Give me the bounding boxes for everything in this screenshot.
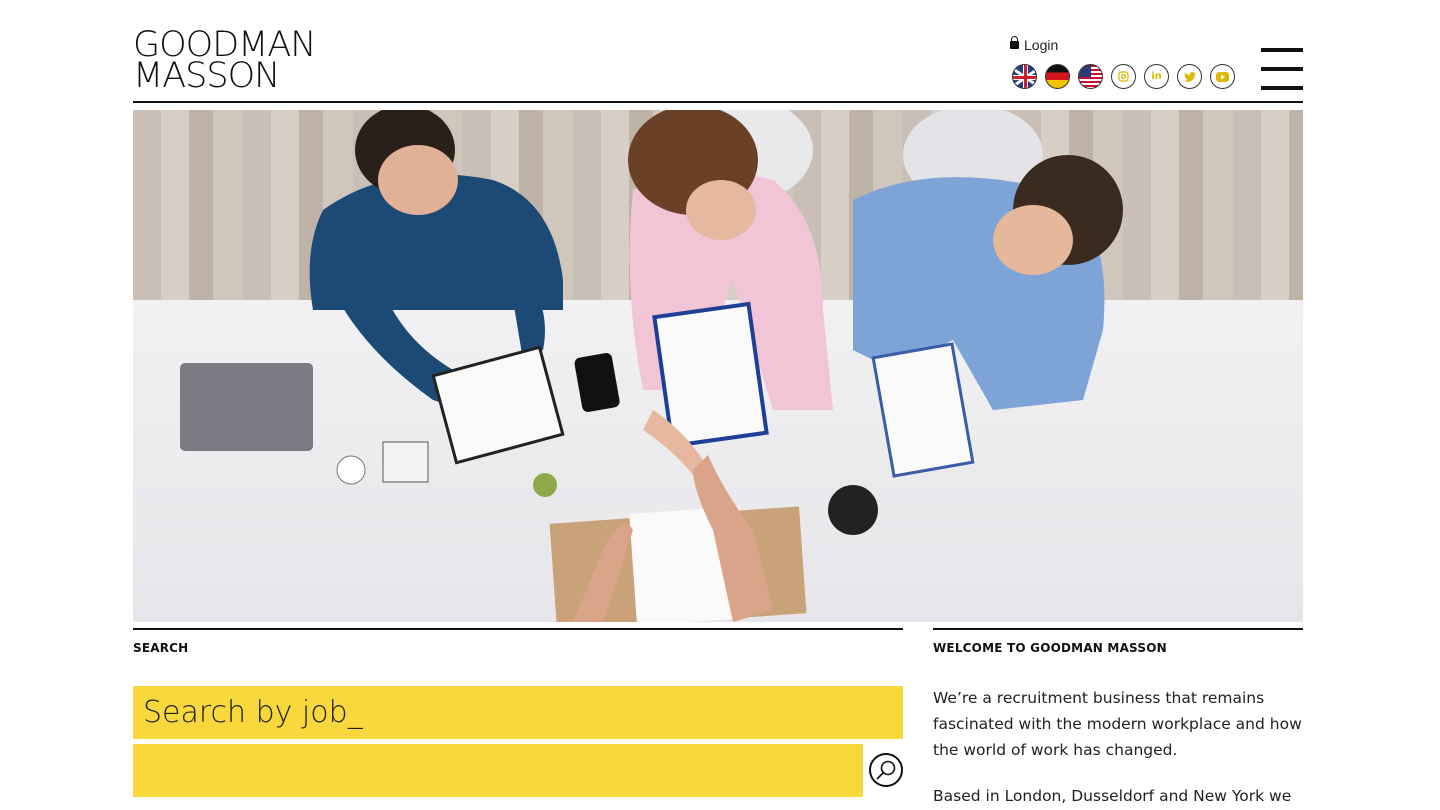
instagram-icon[interactable] (1111, 64, 1136, 89)
youtube-icon[interactable] (1210, 64, 1235, 89)
search-button[interactable] (869, 753, 903, 787)
job-search-input[interactable]: Search by job_ (133, 686, 903, 739)
uk-flag-icon[interactable] (1012, 64, 1037, 89)
hero-image (133, 110, 1303, 622)
logo-line-2: MASSON (133, 56, 280, 96)
header-divider (133, 101, 1303, 103)
welcome-paragraph-2: Based in London, Dusseldorf and New York… (933, 787, 1292, 805)
search-section-divider (133, 628, 903, 630)
location-search-input[interactable] (133, 744, 863, 797)
logo[interactable]: GOODMAN MASSON (133, 28, 343, 96)
search-icon (876, 760, 896, 780)
germany-flag-icon[interactable] (1045, 64, 1070, 89)
hamburger-menu-icon[interactable] (1261, 48, 1303, 90)
welcome-section-label: WELCOME TO GOODMAN MASSON (933, 641, 1167, 655)
lock-icon (1010, 36, 1019, 50)
login-label: Login (1024, 37, 1059, 53)
welcome-paragraph-1: We’re a recruitment business that remain… (933, 689, 1302, 759)
login-link[interactable]: Login (1010, 36, 1059, 53)
search-section-label: SEARCH (133, 641, 189, 655)
header-icons: in (1012, 64, 1235, 89)
welcome-section-divider (933, 628, 1303, 630)
usa-flag-icon[interactable] (1078, 64, 1103, 89)
twitter-icon[interactable] (1177, 64, 1202, 89)
linkedin-icon[interactable]: in (1144, 64, 1169, 89)
